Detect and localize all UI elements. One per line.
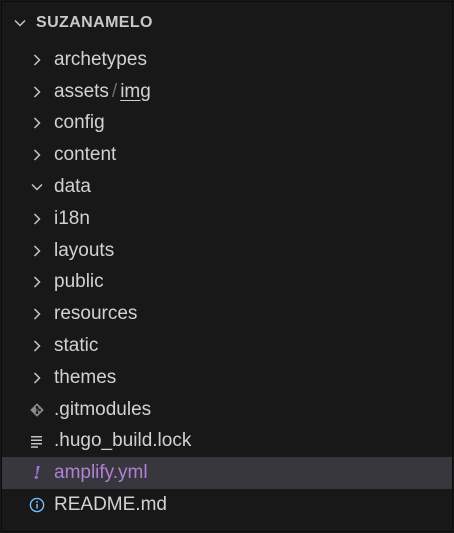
folder-label: assets / img xyxy=(54,81,151,103)
file-explorer: SUZANAMELO archetypes assets / img config … xyxy=(1,1,453,532)
chevron-right-icon xyxy=(26,271,48,293)
folder-label: public xyxy=(54,271,104,293)
compact-folder-separator: / xyxy=(111,80,118,102)
workspace-folder-title: SUZANAMELO xyxy=(36,14,153,31)
file-amplify-yml[interactable]: ! amplify.yml xyxy=(2,457,452,490)
exclamation-icon: ! xyxy=(33,461,41,484)
folder-static[interactable]: static xyxy=(2,330,452,362)
folder-label: data xyxy=(54,176,91,198)
file-readme[interactable]: README.md xyxy=(2,489,452,521)
chevron-right-icon xyxy=(26,208,48,230)
folder-config[interactable]: config xyxy=(2,108,452,140)
folder-label: layouts xyxy=(54,239,115,261)
folder-resources[interactable]: resources xyxy=(2,298,452,330)
chevron-right-icon xyxy=(26,49,48,71)
folder-content[interactable]: content xyxy=(2,139,452,171)
folder-i18n[interactable]: i18n xyxy=(2,203,452,235)
chevron-down-icon xyxy=(26,176,48,198)
git-icon xyxy=(26,399,48,421)
folder-data[interactable]: data xyxy=(2,171,452,203)
folder-label: content xyxy=(54,144,117,166)
chevron-down-icon[interactable] xyxy=(10,13,30,33)
folder-label: config xyxy=(54,112,105,134)
folder-archetypes[interactable]: archetypes xyxy=(2,44,452,76)
compact-folder-part-img[interactable]: img xyxy=(120,81,151,102)
chevron-right-icon xyxy=(26,240,48,262)
file-hugo-build-lock[interactable]: .hugo_build.lock xyxy=(2,426,452,458)
chevron-right-icon xyxy=(26,112,48,134)
chevron-right-icon xyxy=(26,144,48,166)
folder-layouts[interactable]: layouts xyxy=(2,235,452,267)
compact-folder-part-assets[interactable]: assets xyxy=(54,81,109,102)
file-label: .gitmodules xyxy=(54,398,152,420)
text-lines-icon xyxy=(26,430,48,452)
file-label: .hugo_build.lock xyxy=(54,430,192,452)
workspace-folder-header[interactable]: SUZANAMELO xyxy=(2,2,452,44)
folder-label: i18n xyxy=(54,207,90,229)
info-icon xyxy=(26,494,48,516)
folder-public[interactable]: public xyxy=(2,267,452,299)
file-label: amplify.yml xyxy=(54,462,148,484)
folder-label: themes xyxy=(54,366,117,388)
folder-themes[interactable]: themes xyxy=(2,362,452,394)
folder-label: archetypes xyxy=(54,48,147,70)
folder-label: static xyxy=(54,335,99,357)
folder-label: resources xyxy=(54,303,138,325)
file-gitmodules[interactable]: .gitmodules xyxy=(2,394,452,426)
folder-assets-img[interactable]: assets / img xyxy=(2,76,452,108)
chevron-right-icon xyxy=(26,303,48,325)
chevron-right-icon xyxy=(26,335,48,357)
file-label: README.md xyxy=(54,494,167,516)
chevron-right-icon xyxy=(26,367,48,389)
chevron-right-icon xyxy=(26,81,48,103)
